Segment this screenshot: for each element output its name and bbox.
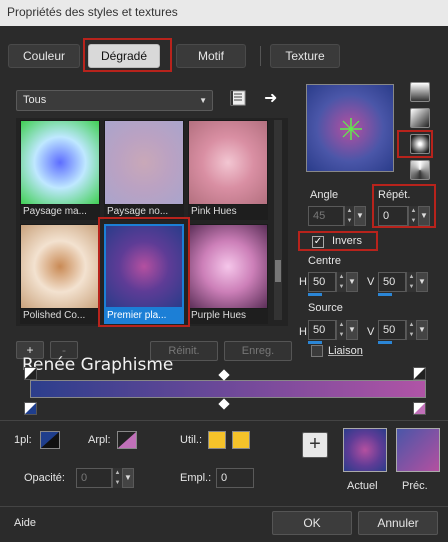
centre-v-dropdown[interactable]: ▼ [416, 272, 428, 292]
gradient-thumbnail-label: Pink Hues [188, 205, 268, 220]
gradient-thumbnail-image [20, 224, 100, 309]
centre-v-stepper[interactable]: ▲ ▼ [406, 272, 416, 292]
user-color-swatch-2[interactable] [232, 431, 250, 449]
tab-couleur[interactable]: Couleur [8, 44, 80, 68]
scrollbar-thumb[interactable] [275, 260, 281, 282]
centre-h-input[interactable]: 50 [308, 272, 336, 292]
tab-motif[interactable]: Motif [176, 44, 246, 68]
opacity-stop-left[interactable] [24, 367, 37, 380]
thumbnail-scrollbar[interactable] [274, 120, 282, 320]
help-label[interactable]: Aide [14, 517, 36, 529]
gradient-thumbnail[interactable]: Polished Co... [20, 224, 100, 324]
angle-label: Angle [310, 189, 339, 201]
highlight-box-repeat [372, 184, 436, 228]
opacity-midpoint[interactable] [218, 369, 230, 381]
background-label: Arpl: [88, 434, 111, 446]
library-icon[interactable] [228, 88, 248, 108]
opacity-input[interactable]: 0 [76, 468, 112, 488]
chevron-down-icon: ▼ [199, 96, 207, 105]
source-label: Source [308, 302, 343, 314]
source-v-label: V [367, 326, 375, 338]
link-checkbox[interactable] [311, 345, 323, 357]
save-button[interactable]: Enreg. [224, 341, 292, 361]
gradient-preview[interactable] [306, 84, 394, 172]
background-swatch[interactable] [117, 431, 137, 449]
source-h-dropdown[interactable]: ▼ [346, 320, 358, 340]
highlight-box-selected-gradient [98, 217, 190, 327]
centre-v-label: V [367, 276, 375, 288]
current-label: Actuel [347, 480, 378, 492]
category-dropdown[interactable]: Tous ▼ [16, 90, 213, 111]
tab-divider [260, 46, 261, 66]
gradient-thumbnail-label: Paysage ma... [20, 205, 100, 220]
highlight-box-invert [298, 231, 378, 251]
arrow-right-icon[interactable]: ➜ [264, 88, 280, 107]
watermark-text: Renée Graphisme [22, 355, 174, 375]
footer-divider [0, 506, 448, 507]
centre-h-dropdown[interactable]: ▼ [346, 272, 358, 292]
centre-label: Centre [308, 255, 342, 267]
highlight-box-tab [83, 38, 172, 72]
gradient-thumbnail-image [188, 120, 268, 205]
angle-input[interactable]: 45 [308, 206, 344, 226]
gradient-thumbnail[interactable]: Paysage no... [104, 120, 184, 220]
gradient-thumbnail-label: Polished Co... [20, 309, 100, 324]
color-stop-left[interactable] [24, 402, 37, 415]
source-v-stepper[interactable]: ▲ ▼ [406, 320, 416, 340]
tab-texture[interactable]: Texture [270, 44, 340, 68]
gradient-thumbnail[interactable]: Paysage ma... [20, 120, 100, 220]
gradient-thumbnail-image [188, 224, 268, 309]
centre-h-stepper[interactable]: ▲ ▼ [336, 272, 346, 292]
centre-h-slider[interactable] [308, 293, 322, 296]
window-title: Propriétés des styles et textures [0, 0, 448, 26]
gradient-thumbnail-image [104, 120, 184, 205]
current-gradient-swatch[interactable] [343, 428, 387, 472]
user-color-label: Util.: [180, 434, 202, 446]
gradient-thumbnail[interactable]: Purple Hues [188, 224, 268, 324]
previous-gradient-swatch[interactable] [396, 428, 440, 472]
centre-v-input[interactable]: 50 [378, 272, 406, 292]
ok-button[interactable]: OK [272, 511, 352, 535]
gradient-thumbnail-image [20, 120, 100, 205]
user-color-swatch-1[interactable] [208, 431, 226, 449]
source-v-slider[interactable] [378, 341, 392, 344]
opacity-label: Opacité: [24, 472, 65, 484]
gradient-thumbnail[interactable]: Pink Hues [188, 120, 268, 220]
highlight-box-radial [397, 130, 433, 158]
category-value: Tous [23, 94, 47, 106]
source-h-slider[interactable] [308, 341, 322, 344]
gradient-bar[interactable] [30, 380, 426, 398]
linear-type-button[interactable] [410, 82, 430, 102]
cancel-button[interactable]: Annuler [358, 511, 438, 535]
opacity-dropdown[interactable]: ▼ [122, 468, 134, 488]
source-h-label: H [299, 326, 307, 338]
section-divider [0, 420, 448, 421]
centre-h-label: H [299, 276, 307, 288]
angle-stepper[interactable]: ▲ ▼ [344, 206, 354, 226]
sunburst-type-button[interactable] [410, 160, 430, 180]
opacity-stepper[interactable]: ▲ ▼ [112, 468, 122, 488]
gradient-thumbnail-label: Purple Hues [188, 309, 268, 324]
link-label[interactable]: Liaison [328, 345, 363, 357]
location-label: Empl.: [180, 472, 212, 484]
add-to-library-button[interactable]: + [302, 432, 328, 458]
source-v-input[interactable]: 50 [378, 320, 406, 340]
color-stop-right[interactable] [413, 402, 426, 415]
foreground-label: 1pl: [14, 434, 32, 446]
source-h-stepper[interactable]: ▲ ▼ [336, 320, 346, 340]
center-crosshair-icon [340, 118, 362, 140]
foreground-swatch[interactable] [40, 431, 60, 449]
source-h-input[interactable]: 50 [308, 320, 336, 340]
color-midpoint[interactable] [218, 398, 230, 410]
source-v-dropdown[interactable]: ▼ [416, 320, 428, 340]
rectangular-type-button[interactable] [410, 108, 430, 128]
centre-v-slider[interactable] [378, 293, 392, 296]
angle-dropdown-button[interactable]: ▼ [354, 206, 366, 226]
location-input[interactable]: 0 [216, 468, 254, 488]
previous-label: Préc. [402, 480, 428, 492]
opacity-stop-right[interactable] [413, 367, 426, 380]
